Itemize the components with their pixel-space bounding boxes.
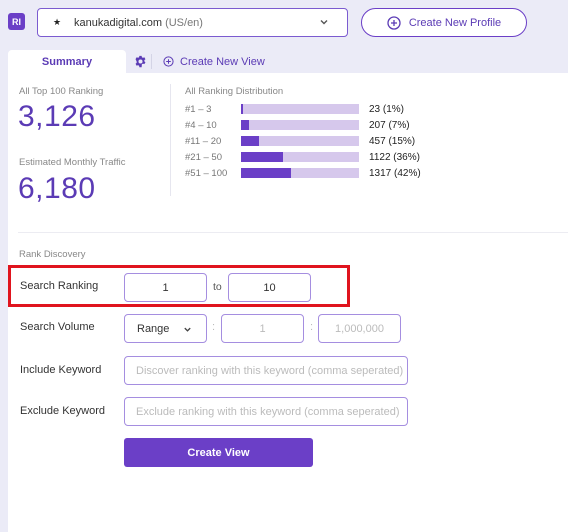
search-volume-max-input[interactable] [318,314,401,343]
search-ranking-to-field[interactable] [229,274,310,301]
search-ranking-from-input[interactable] [124,273,207,302]
distribution-row: #51 – 100 1317 (42%) [185,167,421,179]
distribution-value: 207 (7%) [369,119,410,131]
distribution-range: #51 – 100 [185,167,228,179]
distribution-row: #1 – 3 23 (1%) [185,103,404,115]
exclude-keyword-label: Exclude Keyword [20,405,105,417]
gear-icon[interactable] [134,55,147,68]
monthly-traffic-value: 6,180 [18,172,96,205]
include-keyword-input[interactable] [124,356,408,385]
include-keyword-label: Include Keyword [20,364,102,376]
distribution-bar-fill [241,104,243,114]
rank-discovery-title: Rank Discovery [19,249,86,260]
distribution-bar-fill [241,120,250,130]
search-ranking-label: Search Ranking [20,280,99,292]
create-view-label: Create View [187,446,250,459]
search-volume-mode-value: Range [137,322,170,335]
section-divider [18,232,568,233]
profile-locale: (US/en) [165,16,203,29]
top100-ranking-label: All Top 100 Ranking [19,86,104,97]
exclude-keyword-input[interactable] [124,397,408,426]
search-ranking-to-input[interactable] [228,273,311,302]
create-new-profile-button[interactable]: Create New Profile [361,8,527,37]
chevron-down-icon [184,327,191,332]
monthly-traffic-label: Estimated Monthly Traffic [19,157,126,168]
plus-circle-icon [387,15,401,30]
star-icon: ★ [52,17,62,27]
distribution-bar-track [241,168,359,178]
distribution-value: 1317 (42%) [369,167,421,179]
exclude-keyword-field[interactable] [125,398,407,425]
distribution-row: #21 – 50 1122 (36%) [185,151,420,163]
create-view-button[interactable]: Create View [124,438,313,467]
distribution-bar-track [241,136,359,146]
include-keyword-field[interactable] [125,357,407,384]
distribution-bar-track [241,120,359,130]
search-volume-min-field[interactable] [222,315,303,342]
distribution-bar-track [241,152,359,162]
search-ranking-from-field[interactable] [125,274,206,301]
separator: : [212,321,216,333]
distribution-bar-fill [241,136,259,146]
distribution-bar-track [241,104,359,114]
tab-summary[interactable]: Summary [8,50,126,73]
profile-select[interactable]: ★ kanukadigital.com (US/en) [37,8,348,37]
distribution-value: 1122 (36%) [369,151,420,163]
create-new-profile-label: Create New Profile [408,16,502,29]
distribution-range: #4 – 10 [185,119,217,131]
separator: : [310,321,314,333]
chevron-down-icon [320,20,328,25]
search-volume-mode-select[interactable]: Range [124,314,207,343]
distribution-range: #11 – 20 [185,135,222,147]
tab-summary-label: Summary [41,55,93,68]
distribution-range: #1 – 3 [185,103,212,115]
distribution-title: All Ranking Distribution [185,86,284,97]
plus-circle-icon [163,56,174,67]
create-new-view-label: Create New View [180,55,265,68]
distribution-range: #21 – 50 [185,151,222,163]
to-label: to [213,281,222,293]
search-volume-label: Search Volume [20,321,95,333]
create-new-view-tab[interactable]: Create New View [163,50,265,73]
top100-ranking-value: 3,126 [18,100,96,133]
profile-domain: kanukadigital.com [74,16,163,29]
distribution-value: 23 (1%) [369,103,405,115]
search-volume-min-input[interactable] [221,314,304,343]
distribution-value: 457 (15%) [369,135,416,147]
search-volume-max-field[interactable] [319,315,400,342]
distribution-bar-fill [241,168,291,178]
distribution-bar-fill [241,152,284,162]
summary-divider [170,84,171,196]
distribution-row: #11 – 20 457 (15%) [185,135,415,147]
distribution-row: #4 – 10 207 (7%) [185,119,410,131]
app-logo-badge: RI [8,13,25,30]
tab-divider [151,54,152,69]
